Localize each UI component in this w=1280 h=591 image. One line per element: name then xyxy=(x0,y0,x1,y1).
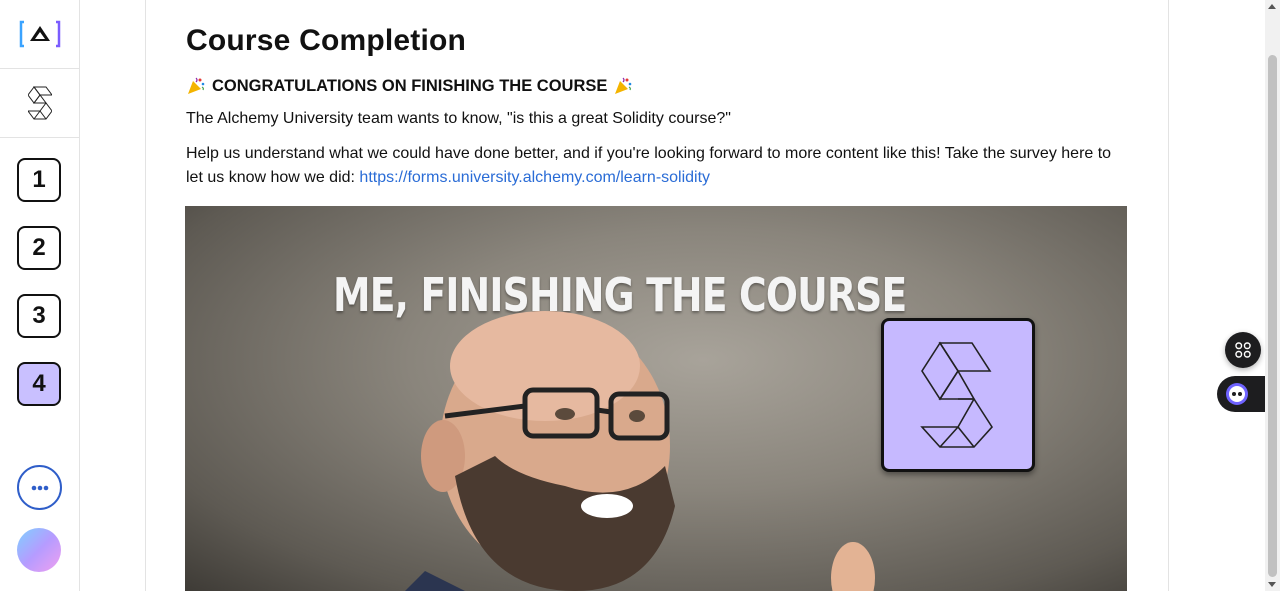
party-popper-icon xyxy=(615,77,632,94)
survey-paragraph: Help us understand what we could have do… xyxy=(186,142,1128,190)
completion-video[interactable]: ME, FINISHING THE COURSE xyxy=(185,206,1127,591)
scroll-down-arrow[interactable] xyxy=(1268,582,1276,587)
step-3-button[interactable]: 3 xyxy=(17,294,61,338)
scroll-up-arrow[interactable] xyxy=(1268,4,1276,9)
page-title: Course Completion xyxy=(186,24,467,57)
alchemy-logo-icon xyxy=(19,20,60,48)
party-popper-icon xyxy=(188,77,205,94)
apps-button[interactable] xyxy=(1225,332,1261,368)
solidity-logo-icon xyxy=(27,86,52,120)
assistant-button[interactable] xyxy=(1217,376,1265,412)
scroll-thumb[interactable] xyxy=(1268,55,1277,577)
step-1-button[interactable]: 1 xyxy=(17,158,61,202)
survey-question-text: The Alchemy University team wants to kno… xyxy=(186,110,731,127)
page-scrollbar[interactable] xyxy=(1265,0,1280,591)
solidity-logo-icon xyxy=(920,341,994,448)
step-2-label: 2 xyxy=(32,234,46,261)
step-2-button[interactable]: 2 xyxy=(17,226,61,270)
step-4-button[interactable]: 4 xyxy=(17,362,61,406)
apps-grid-icon xyxy=(1235,342,1251,358)
congrats-heading: CONGRATULATIONS ON FINISHING THE COURSE xyxy=(186,76,633,96)
left-sidebar: 1 2 3 4 xyxy=(0,0,80,591)
solidity-card xyxy=(881,318,1035,472)
user-avatar[interactable] xyxy=(17,528,61,572)
congrats-text: CONGRATULATIONS ON FINISHING THE COURSE xyxy=(212,76,608,95)
survey-link[interactable]: https://forms.university.alchemy.com/lea… xyxy=(359,169,710,186)
more-dots-icon xyxy=(31,485,48,490)
alchemy-logo[interactable] xyxy=(0,0,79,69)
solidity-course-button[interactable] xyxy=(0,69,79,138)
assistant-bot-icon xyxy=(1226,383,1248,405)
step-1-label: 1 xyxy=(32,166,46,193)
step-3-label: 3 xyxy=(32,302,46,329)
more-options-button[interactable] xyxy=(17,465,62,510)
person-image xyxy=(405,311,875,591)
step-4-label: 4 xyxy=(32,370,46,397)
